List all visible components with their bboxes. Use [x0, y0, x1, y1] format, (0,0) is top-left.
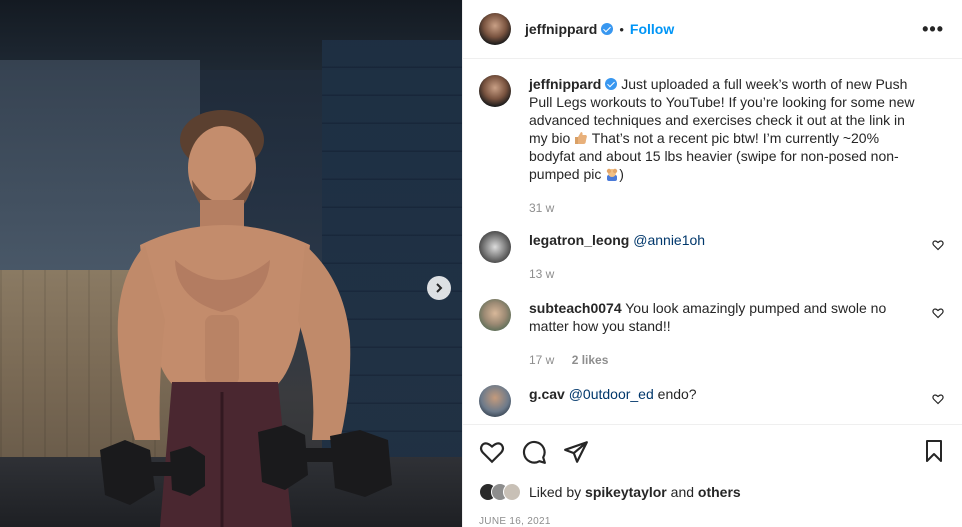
- comment-age: 17 w: [529, 353, 555, 367]
- caption: jeffnippard Just uploaded a full week’s …: [479, 75, 946, 217]
- verified-badge-icon: [605, 78, 618, 90]
- comment: g.cav @0utdoor_ed endo?: [479, 385, 946, 417]
- comment: legatron_leong @annie1oh 13 w: [479, 231, 946, 283]
- comment-meta: 13 w: [529, 265, 916, 283]
- bookmark-icon[interactable]: [922, 439, 946, 463]
- thumbs-up-emoji-icon: [575, 132, 588, 144]
- commenter-username[interactable]: g.cav: [529, 386, 565, 402]
- commenter-username[interactable]: legatron_leong: [529, 232, 629, 248]
- comment-age: 13 w: [529, 267, 555, 281]
- liked-by-and: and: [670, 484, 695, 500]
- follow-button[interactable]: Follow: [630, 21, 674, 37]
- caption-username[interactable]: jeffnippard: [529, 76, 601, 92]
- caption-body: jeffnippard Just uploaded a full week’s …: [529, 75, 946, 217]
- share-icon[interactable]: [563, 439, 589, 465]
- heart-icon[interactable]: [479, 439, 505, 465]
- comment-body: legatron_leong @annie1oh 13 w: [529, 231, 946, 283]
- comment-mention[interactable]: @annie1oh: [633, 232, 705, 248]
- comment: subteach0074 You look amazingly pumped a…: [479, 299, 946, 369]
- comment-text: endo?: [657, 386, 697, 402]
- post-actions: [463, 424, 962, 478]
- liked-by-prefix: Liked by: [529, 484, 582, 500]
- comment-body: g.cav @0utdoor_ed endo?: [529, 385, 946, 417]
- author-avatar[interactable]: [479, 13, 511, 45]
- comment-mention[interactable]: @0utdoor_ed: [569, 386, 654, 402]
- separator-dot: •: [619, 21, 624, 37]
- comment-likes[interactable]: 2 likes: [572, 353, 609, 367]
- caption-avatar[interactable]: [479, 75, 511, 107]
- man-facepalming-emoji-icon: [607, 168, 618, 181]
- comment-icon[interactable]: [521, 439, 547, 465]
- comment-like-heart-icon[interactable]: [932, 393, 944, 405]
- liked-by-others[interactable]: others: [698, 484, 741, 500]
- comment-body: subteach0074 You look amazingly pumped a…: [529, 299, 946, 369]
- commenter-avatar[interactable]: [479, 231, 511, 263]
- author-username[interactable]: jeffnippard: [525, 21, 597, 37]
- post-date[interactable]: JUNE 16, 2021: [463, 506, 962, 527]
- caption-text-3: ): [619, 166, 624, 182]
- liked-by-row: Liked by spikeytaylor and others: [463, 478, 962, 506]
- next-arrow-icon: [436, 283, 443, 293]
- more-options-icon[interactable]: •••: [922, 20, 944, 38]
- caption-age: 31 w: [529, 201, 555, 215]
- comment-like-heart-icon[interactable]: [932, 239, 944, 251]
- commenter-avatar[interactable]: [479, 299, 511, 331]
- commenter-username[interactable]: subteach0074: [529, 300, 622, 316]
- post-modal: jeffnippard • Follow ••• jeffnippard Jus…: [0, 0, 962, 527]
- next-image-button[interactable]: [427, 276, 451, 300]
- post-photo: [0, 0, 462, 527]
- liker-avatars: [479, 483, 521, 501]
- post-header: jeffnippard • Follow •••: [463, 0, 962, 59]
- caption-meta: 31 w: [529, 199, 926, 217]
- liker-avatar: [503, 483, 521, 501]
- comment-like-heart-icon[interactable]: [932, 307, 944, 319]
- commenter-avatar[interactable]: [479, 385, 511, 417]
- author-info: jeffnippard • Follow: [525, 21, 674, 37]
- photo-athlete: [100, 110, 392, 527]
- comments-list: jeffnippard Just uploaded a full week’s …: [463, 59, 962, 424]
- liked-by-user[interactable]: spikeytaylor: [585, 484, 667, 500]
- post-side-panel: jeffnippard • Follow ••• jeffnippard Jus…: [462, 0, 962, 527]
- verified-badge-icon: [601, 23, 614, 35]
- comment-meta: 17 w 2 likes: [529, 351, 916, 369]
